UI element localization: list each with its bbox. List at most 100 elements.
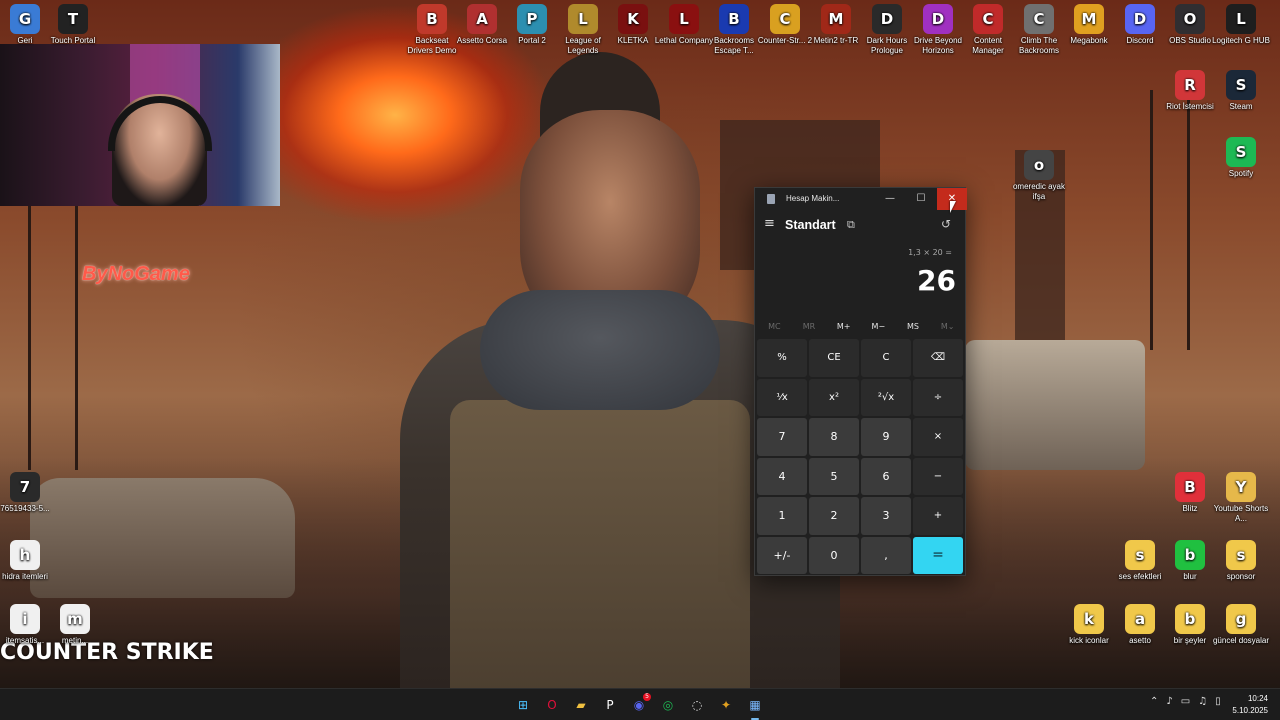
calc-key[interactable]: ⌫ xyxy=(913,339,963,377)
desktop-icon[interactable]: o omeredic ayak ifşa xyxy=(1009,150,1069,202)
desktop-icon[interactable]: S Spotify xyxy=(1211,137,1271,179)
memory-button[interactable]: MR xyxy=(792,318,827,336)
calc-key[interactable]: 4 xyxy=(757,457,807,495)
minimize-button[interactable]: — xyxy=(875,188,905,210)
calc-key[interactable]: = xyxy=(913,536,963,574)
calc-key[interactable]: C xyxy=(861,339,911,377)
desktop-icon[interactable]: m metin... xyxy=(45,604,105,646)
wallpaper-soldier-vest xyxy=(450,400,750,690)
network-icon[interactable]: ▭ xyxy=(1181,696,1190,707)
hamburger-menu-icon[interactable]: ≡ xyxy=(764,216,775,231)
folder-icon: b xyxy=(1175,540,1205,570)
document-icon: h xyxy=(10,540,40,570)
calc-key[interactable]: ⅟x xyxy=(757,378,807,416)
desktop-icon-label: metin... xyxy=(61,636,89,645)
taskbar-calculator-icon[interactable]: ▦ xyxy=(742,693,768,720)
calculator-titlebar[interactable]: Hesap Makin... — ☐ ✕ xyxy=(755,188,967,210)
calc-key[interactable]: ²√x xyxy=(861,378,911,416)
taskbar-opera-gx-icon[interactable]: O xyxy=(539,693,565,717)
wallpaper-tower-left xyxy=(28,200,78,470)
memory-button[interactable]: M− xyxy=(861,318,896,336)
calc-key[interactable]: CE xyxy=(809,339,859,377)
taskbar-counter-strike-icon[interactable]: ✦ xyxy=(713,693,739,717)
calc-key[interactable]: 7 xyxy=(757,418,807,456)
desktop-icon[interactable]: s sponsor xyxy=(1211,540,1271,582)
calc-key[interactable]: × xyxy=(913,418,963,456)
calc-key[interactable]: 9 xyxy=(861,418,911,456)
folder-icon: b xyxy=(1175,604,1205,634)
taskbar-obs-icon[interactable]: ◌ xyxy=(684,693,710,717)
desktop-icon[interactable]: g güncel dosyalar xyxy=(1211,604,1271,646)
calc-key[interactable]: 2 xyxy=(809,497,859,535)
history-icon[interactable]: ↺ xyxy=(941,217,951,231)
ghub-icon: L xyxy=(1226,4,1256,34)
desktop-icon[interactable]: S Steam xyxy=(1211,70,1271,112)
wallpaper-soldier-scarf xyxy=(480,290,720,410)
calc-key[interactable]: 5 xyxy=(809,457,859,495)
maximize-button[interactable]: ☐ xyxy=(906,188,936,210)
calc-key[interactable]: , xyxy=(861,536,911,574)
taskbar-spotify-icon[interactable]: ◎ xyxy=(655,693,681,717)
microphone-icon[interactable]: ♪ xyxy=(1166,696,1172,707)
memory-button[interactable]: M⌄ xyxy=(930,318,965,336)
desktop-icon-label: Touch Portal xyxy=(50,36,96,45)
calc-key[interactable]: 0 xyxy=(809,536,859,574)
desktop-icon-label: hidra itemleri xyxy=(2,572,48,581)
obs-icon: O xyxy=(1175,4,1205,34)
taskbar-discord-icon[interactable]: ◉ 5 xyxy=(626,693,652,717)
calc-key[interactable]: − xyxy=(913,457,963,495)
desktop-icon[interactable]: Y Youtube Shorts A... xyxy=(1211,472,1271,524)
calculator-mode-label: Standart xyxy=(785,218,836,232)
discord-icon: D xyxy=(1125,4,1155,34)
blitz-icon: B xyxy=(1175,472,1205,502)
desktop-icon[interactable]: T Touch Portal xyxy=(43,4,103,46)
wallpaper-tower-right xyxy=(1150,90,1190,350)
memory-button[interactable]: M+ xyxy=(826,318,861,336)
image-file-icon: o xyxy=(1024,150,1054,180)
calc-key[interactable]: + xyxy=(913,497,963,535)
taskbar-clock[interactable]: 10:24 5.10.2025 xyxy=(1232,693,1268,717)
calculator-app-icon xyxy=(767,194,775,204)
megabonk-icon: M xyxy=(1074,4,1104,34)
chevron-up-icon[interactable]: ⌃ xyxy=(1150,696,1158,707)
wallpaper-wrecked-car xyxy=(30,478,295,598)
calc-key[interactable]: 8 xyxy=(809,418,859,456)
webcam-overlay xyxy=(0,44,280,206)
taskbar-file-explorer-icon[interactable]: ▰ xyxy=(568,693,594,717)
content-manager-icon: C xyxy=(973,4,1003,34)
folder-icon: s xyxy=(1226,540,1256,570)
desktop-icon-label: 76519433-5... xyxy=(0,504,50,513)
folder-icon: s xyxy=(1125,540,1155,570)
desktop-icon[interactable]: h hidra itemleri xyxy=(0,540,55,582)
metin2-icon: M xyxy=(821,4,851,34)
league-icon: L xyxy=(568,4,598,34)
desktop-icon[interactable]: L Logitech G HUB xyxy=(1211,4,1271,46)
wallpaper-brand-text: ByNoGame xyxy=(82,263,190,285)
desktop-icon-label: güncel dosyalar xyxy=(1212,636,1270,645)
steam-icon: S xyxy=(1226,70,1256,100)
calc-key[interactable]: +/- xyxy=(757,536,807,574)
drive-icon: D xyxy=(923,4,953,34)
calc-key[interactable]: x² xyxy=(809,378,859,416)
keep-on-top-icon[interactable]: ⧉ xyxy=(847,218,855,232)
volume-icon[interactable]: ♫ xyxy=(1198,696,1207,707)
calc-key[interactable]: 1 xyxy=(757,497,807,535)
battery-icon[interactable]: ▯ xyxy=(1215,696,1221,707)
calc-key[interactable]: 3 xyxy=(861,497,911,535)
darkhours-icon: D xyxy=(872,4,902,34)
memory-button[interactable]: MC xyxy=(757,318,792,336)
taskbar-touch-portal-icon[interactable]: P xyxy=(597,693,623,717)
calc-key[interactable]: % xyxy=(757,339,807,377)
portal-icon: P xyxy=(517,4,547,34)
system-tray: ⌃ ♪ ▭ ♫ ▯ xyxy=(1150,696,1221,707)
wallpaper-wrecked-truck xyxy=(965,340,1145,470)
memory-button[interactable]: MS xyxy=(896,318,931,336)
calculator-window[interactable]: Hesap Makin... — ☐ ✕ ≡ Standart ⧉ ↺ 1,3 … xyxy=(754,187,967,576)
window-title: Hesap Makin... xyxy=(786,194,840,203)
desktop-icon[interactable]: 7 76519433-5... xyxy=(0,472,55,514)
calc-key[interactable]: 6 xyxy=(861,457,911,495)
folder-icon: Y xyxy=(1226,472,1256,502)
bet-icon: B xyxy=(719,4,749,34)
taskbar-start-button-icon[interactable]: ⊞ xyxy=(510,693,536,717)
calc-key[interactable]: ÷ xyxy=(913,378,963,416)
